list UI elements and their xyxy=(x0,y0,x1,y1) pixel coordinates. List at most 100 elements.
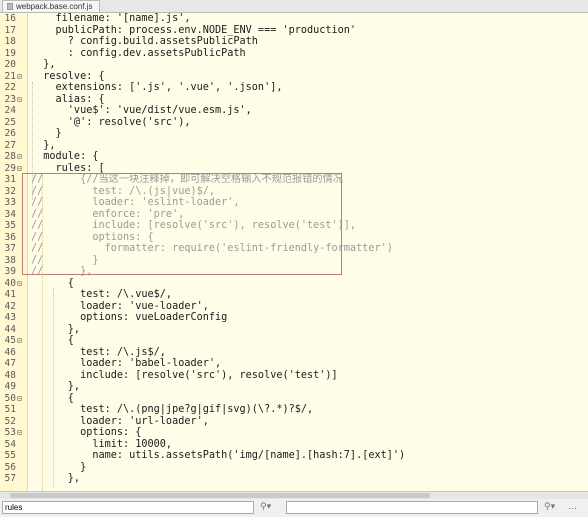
line-number: 33 xyxy=(4,197,16,208)
code-line: 17 publicPath: process.env.NODE_ENV === … xyxy=(0,25,588,37)
line-number: 39 xyxy=(4,266,16,277)
code-line: 28 ⊟ module: { xyxy=(0,151,588,163)
line-number: 22 xyxy=(4,82,16,93)
code-line: 57 }, xyxy=(0,473,588,485)
fold-toggle-icon[interactable]: ⊟ xyxy=(17,71,22,83)
code-line: 48 include: [resolve('src'), resolve('te… xyxy=(0,370,588,382)
code-line: 26 } xyxy=(0,128,588,140)
replace-input[interactable] xyxy=(286,501,538,514)
line-number: 47 xyxy=(4,358,16,369)
code-text: { xyxy=(31,277,74,289)
code-text: : config.dev.assetsPublicPath xyxy=(31,47,246,59)
code-text: options: vueLoaderConfig xyxy=(31,312,228,323)
code-editor[interactable]: 16 filename: '[name].js', 17 publicPath: … xyxy=(0,13,588,491)
line-number: 26 xyxy=(4,128,16,139)
code-line: 53 ⊟ options: { xyxy=(0,427,588,439)
line-number: 21 xyxy=(4,70,16,82)
line-number: 32 xyxy=(4,185,16,197)
fold-toggle-icon[interactable]: ⊟ xyxy=(17,335,22,347)
code-text: extensions: ['.js', '.vue', '.json'], xyxy=(31,82,283,93)
code-text: }, xyxy=(31,139,56,151)
code-line: 51 test: /\.(png|jpe?g|gif|svg)(\?.*)?$/… xyxy=(0,404,588,416)
code-text: test: /\.vue$/, xyxy=(31,289,173,300)
fold-toggle-icon[interactable]: ⊟ xyxy=(17,393,22,405)
fold-toggle-icon[interactable]: ⊟ xyxy=(17,427,22,439)
line-number: 17 xyxy=(4,24,16,36)
scrollbar-thumb[interactable] xyxy=(10,493,430,498)
line-number: 48 xyxy=(4,369,16,381)
line-number: 28 xyxy=(4,151,16,162)
code-line: 49 }, xyxy=(0,381,588,393)
code-line: 23 ⊟ alias: { xyxy=(0,94,588,106)
code-line: 56 } xyxy=(0,462,588,474)
code-line: 50 ⊟ { xyxy=(0,393,588,405)
find-icon[interactable]: ⚲▾ xyxy=(544,502,555,512)
line-number: 53 xyxy=(4,427,16,438)
line-number: 51 xyxy=(4,404,16,415)
find-icon[interactable]: ⚲▾ xyxy=(260,502,271,512)
code-text: }, xyxy=(31,381,81,392)
line-number: 20 xyxy=(4,59,16,70)
highlight-box xyxy=(22,173,342,275)
code-text: { xyxy=(31,335,74,346)
code-line: 42 loader: 'vue-loader', xyxy=(0,301,588,313)
file-tab[interactable]: webpack.base.conf.js xyxy=(2,0,100,12)
line-number: 57 xyxy=(4,473,16,484)
code-text: }, xyxy=(31,473,81,484)
code-text: loader: 'url-loader', xyxy=(31,415,209,427)
code-text: resolve: { xyxy=(31,70,105,82)
line-number: 35 xyxy=(4,220,16,231)
code-text: ? config.build.assetsPublicPath xyxy=(31,36,258,47)
line-number: 27 xyxy=(4,139,16,151)
code-line: 25 '@': resolve('src'), xyxy=(0,117,588,129)
line-number: 45 xyxy=(4,335,16,346)
code-text: test: /\.(png|jpe?g|gif|svg)(\?.*)?$/, xyxy=(31,404,314,415)
code-text: loader: 'babel-loader', xyxy=(31,358,222,369)
line-number: 29 xyxy=(4,162,16,174)
code-text: module: { xyxy=(31,151,99,162)
status-bar: ⚲▾ ⚲▾ … xyxy=(0,491,588,517)
code-text: limit: 10000, xyxy=(31,438,173,450)
code-line: 44 }, xyxy=(0,324,588,336)
code-text: alias: { xyxy=(31,93,105,105)
title-bar: webpack.base.conf.js xyxy=(0,0,588,13)
code-text: '@': resolve('src'), xyxy=(31,116,191,128)
code-line: 55 name: utils.assetsPath('img/[name].[h… xyxy=(0,450,588,462)
options-icon[interactable]: … xyxy=(568,502,577,512)
horizontal-scrollbar[interactable] xyxy=(0,492,588,499)
code-line: 52 loader: 'url-loader', xyxy=(0,416,588,428)
code-text: options: { xyxy=(31,427,142,438)
line-number: 42 xyxy=(4,300,16,312)
line-number: 41 xyxy=(4,289,16,300)
line-number: 52 xyxy=(4,415,16,427)
code-text: } xyxy=(31,128,62,139)
code-text: filename: '[name].js', xyxy=(31,13,191,24)
fold-toggle-icon[interactable]: ⊟ xyxy=(17,94,22,106)
code-text: loader: 'vue-loader', xyxy=(31,300,209,312)
code-text: test: /\.js$/, xyxy=(31,346,166,358)
file-icon xyxy=(7,3,13,10)
file-tab-label: webpack.base.conf.js xyxy=(16,2,93,11)
line-number: 18 xyxy=(4,36,16,47)
code-line: 21 ⊟ resolve: { xyxy=(0,71,588,83)
line-number: 19 xyxy=(4,47,16,59)
line-number: 46 xyxy=(4,346,16,358)
code-line: 54 limit: 10000, xyxy=(0,439,588,451)
line-number: 24 xyxy=(4,105,16,116)
code-line: 43 options: vueLoaderConfig xyxy=(0,312,588,324)
search-input[interactable] xyxy=(2,501,254,514)
line-number: 36 xyxy=(4,231,16,243)
code-line: 47 loader: 'babel-loader', xyxy=(0,358,588,370)
code-text: }, xyxy=(31,59,56,70)
code-text: name: utils.assetsPath('img/[name].[hash… xyxy=(31,450,406,461)
line-number: 50 xyxy=(4,392,16,404)
code-text: include: [resolve('src'), resolve('test'… xyxy=(31,369,338,381)
code-line: 41 test: /\.vue$/, xyxy=(0,289,588,301)
line-number: 23 xyxy=(4,93,16,105)
line-number: 55 xyxy=(4,450,16,461)
line-number: 16 xyxy=(4,13,16,24)
line-number: 49 xyxy=(4,381,16,392)
fold-toggle-icon[interactable]: ⊟ xyxy=(17,278,22,290)
fold-toggle-icon[interactable]: ⊟ xyxy=(17,151,22,163)
line-number: 54 xyxy=(4,438,16,450)
